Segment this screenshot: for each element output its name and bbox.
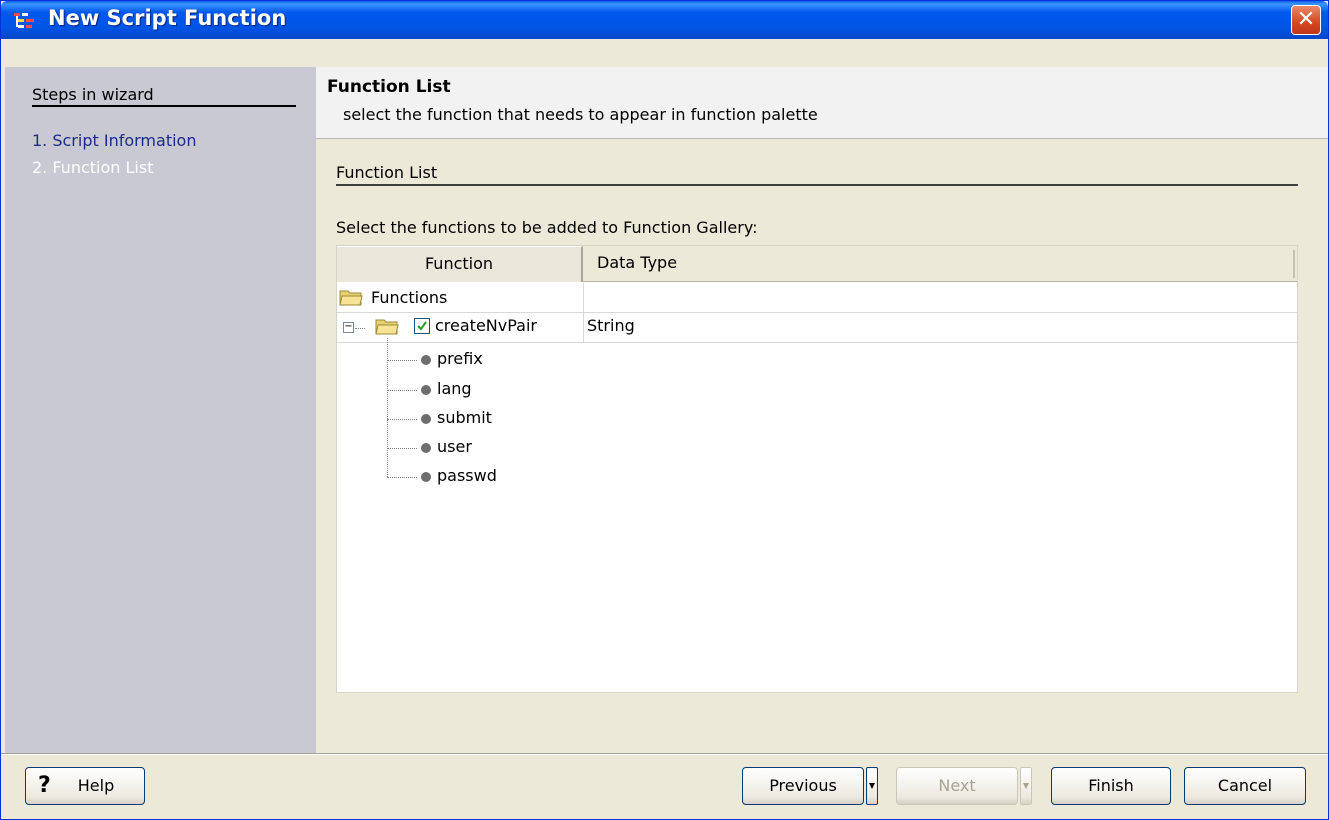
help-button[interactable]: ? Help [25, 767, 145, 805]
window-title: New Script Function [48, 6, 287, 30]
parameter-dot-icon [421, 385, 431, 395]
tree-connector [387, 390, 417, 391]
tree-connector [387, 448, 417, 449]
checkmark-icon [417, 321, 427, 331]
tree-node-label: createNvPair [435, 316, 537, 335]
chevron-down-icon [1023, 783, 1029, 789]
column-divider [1293, 250, 1295, 278]
instruction-text: Select the functions to be added to Func… [336, 218, 758, 237]
param-label: passwd [437, 466, 497, 485]
section-divider [336, 184, 1298, 186]
folder-icon [375, 319, 399, 335]
tree-connector [387, 338, 388, 477]
param-label: submit [437, 408, 492, 427]
finish-button[interactable]: Finish [1051, 767, 1171, 805]
steps-title: Steps in wizard [32, 85, 154, 104]
new-script-function-dialog: New Script Function ✕ Steps in wizard 1.… [0, 0, 1329, 820]
next-button[interactable]: Next [896, 767, 1018, 805]
help-question-icon: ? [38, 773, 51, 798]
step-script-information[interactable]: 1. Script Information [32, 131, 196, 150]
parameter-dot-icon [421, 355, 431, 365]
folder-icon [339, 290, 363, 306]
previous-dropdown-button[interactable] [866, 767, 878, 805]
function-checkbox[interactable] [414, 318, 430, 334]
tree-connector [387, 360, 417, 361]
row-separator [337, 342, 1297, 343]
cancel-button-label: Cancel [1217, 776, 1273, 795]
tree-connector [387, 477, 417, 478]
page-title: Function List [327, 77, 451, 97]
tree-connector [387, 419, 417, 420]
column-header-data-type[interactable]: Data Type [597, 246, 997, 282]
param-label: prefix [437, 349, 483, 368]
steps-divider [32, 105, 296, 107]
next-button-label: Next [938, 776, 976, 795]
function-tree-table[interactable]: Function Data Type Functions − createNvP… [336, 245, 1298, 693]
parameter-dot-icon [421, 414, 431, 424]
row-separator [337, 312, 1297, 313]
page-header [316, 67, 1328, 139]
previous-button-label: Previous [769, 776, 837, 795]
tree-connector [355, 328, 365, 329]
help-button-label: Help [77, 776, 115, 795]
column-header-function[interactable]: Function [337, 246, 583, 282]
parameter-dot-icon [421, 472, 431, 482]
section-label: Function List [336, 163, 438, 182]
wizard-icon [14, 13, 34, 28]
step-function-list[interactable]: 2. Function List [32, 158, 153, 177]
close-button[interactable]: ✕ [1291, 5, 1321, 35]
footer-divider [1, 753, 1328, 755]
tree-node-label: Functions [371, 288, 448, 307]
chevron-down-icon [869, 783, 875, 789]
param-label: lang [437, 379, 472, 398]
table-header: Function Data Type [337, 246, 1297, 282]
cancel-button[interactable]: Cancel [1184, 767, 1306, 805]
page-subtitle: select the function that needs to appear… [343, 105, 818, 124]
next-dropdown-button[interactable] [1020, 767, 1032, 805]
parameter-dot-icon [421, 443, 431, 453]
finish-button-label: Finish [1088, 776, 1134, 795]
column-separator [583, 283, 584, 343]
title-bar[interactable]: New Script Function ✕ [1, 1, 1328, 39]
collapse-toggle-icon[interactable]: − [343, 322, 354, 333]
data-type-value: String [587, 316, 635, 335]
previous-button[interactable]: Previous [742, 767, 864, 805]
param-label: user [437, 437, 472, 456]
